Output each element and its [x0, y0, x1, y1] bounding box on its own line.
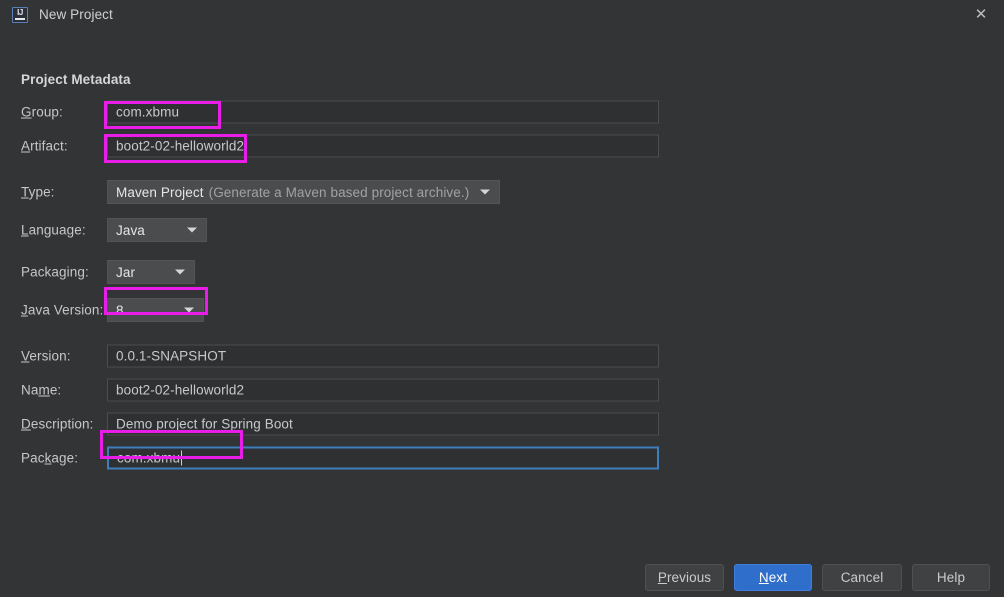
form-row-language: Language: Java [0, 213, 1004, 247]
version-input[interactable]: 0.0.1-SNAPSHOT [107, 344, 659, 368]
package-label: Package: [21, 450, 79, 466]
language-label: Language: [21, 222, 86, 238]
type-value: Maven Project [116, 184, 204, 200]
version-label: Version: [21, 348, 71, 364]
package-value: com.xbmu [117, 450, 181, 466]
language-value: Java [116, 222, 145, 238]
type-dropdown[interactable]: Maven Project (Generate a Maven based pr… [107, 180, 500, 204]
packaging-dropdown[interactable]: Jar [107, 260, 195, 284]
project-metadata-form: Group: com.xbmu Artifact: boot2-02-hello… [0, 95, 1004, 475]
type-hint: (Generate a Maven based project archive.… [208, 184, 470, 200]
close-icon[interactable]: ✕ [958, 0, 1004, 29]
packaging-label: Packaging: [21, 264, 89, 280]
group-label: Group: [21, 104, 63, 120]
window-title-bar: IJ New Project ✕ [0, 0, 1004, 29]
artifact-label: Artifact: [21, 138, 68, 154]
window-title: New Project [39, 7, 113, 22]
form-row-type: Type: Maven Project (Generate a Maven ba… [0, 175, 1004, 209]
description-input[interactable]: Demo project for Spring Boot [107, 412, 659, 436]
java-version-value: 8 [116, 302, 124, 318]
java-version-label: Java Version: [21, 302, 104, 318]
name-label: Name: [21, 382, 62, 398]
form-row-version: Version: 0.0.1-SNAPSHOT [0, 339, 1004, 373]
dialog-button-bar: Previous Next Cancel Help [0, 564, 1004, 591]
previous-button[interactable]: Previous [645, 564, 724, 591]
help-button[interactable]: Help [912, 564, 990, 591]
form-row-packaging: Packaging: Jar [0, 255, 1004, 289]
form-row-package: Package: com.xbmu [0, 441, 1004, 475]
page-title: Project Metadata [21, 72, 131, 87]
java-version-dropdown[interactable]: 8 [107, 298, 204, 322]
intellij-idea-icon: IJ [12, 6, 28, 23]
text-caret [181, 450, 183, 466]
form-row-java-version: Java Version: 8 [0, 293, 1004, 327]
cancel-button[interactable]: Cancel [822, 564, 902, 591]
type-label: Type: [21, 184, 55, 200]
form-row-group: Group: com.xbmu [0, 95, 1004, 129]
chevron-down-icon [175, 269, 185, 275]
package-input[interactable]: com.xbmu [107, 446, 659, 470]
packaging-value: Jar [116, 264, 136, 280]
form-row-description: Description: Demo project for Spring Boo… [0, 407, 1004, 441]
language-dropdown[interactable]: Java [107, 218, 207, 242]
name-input[interactable]: boot2-02-helloworld2 [107, 378, 659, 402]
chevron-down-icon [480, 189, 490, 195]
description-label: Description: [21, 416, 94, 432]
chevron-down-icon [184, 307, 194, 313]
group-input[interactable]: com.xbmu [107, 100, 659, 124]
next-button[interactable]: Next [734, 564, 812, 591]
chevron-down-icon [187, 227, 197, 233]
form-row-artifact: Artifact: boot2-02-helloworld2 [0, 129, 1004, 163]
form-row-name: Name: boot2-02-helloworld2 [0, 373, 1004, 407]
artifact-input[interactable]: boot2-02-helloworld2 [107, 134, 659, 158]
